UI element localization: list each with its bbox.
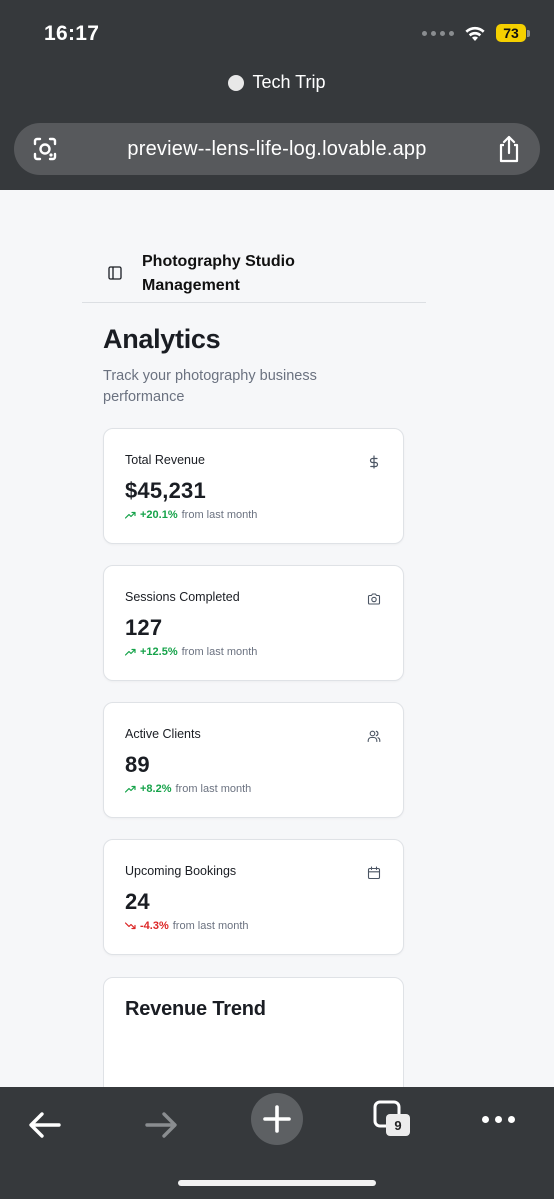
stat-card-upcoming-bookings: Upcoming Bookings 24 -4.3% from last mon…: [103, 839, 404, 955]
page-title: Analytics: [103, 324, 221, 354]
brand-title: Photography Studio Management: [142, 253, 295, 294]
stat-card-label: Upcoming Bookings: [125, 864, 237, 878]
app-header: Photography Studio Management: [82, 250, 426, 303]
sidebar-toggle-icon[interactable]: [108, 266, 122, 280]
arrow-left-icon: [29, 1112, 61, 1138]
stat-card-value: 89: [125, 752, 150, 777]
browser-top-bar: 16:17 73 Tech Trip preview--lens-life-lo…: [0, 0, 554, 190]
stat-card-delta: +20.1%: [140, 509, 178, 521]
browser-bottom-bar: 9: [0, 1087, 554, 1199]
stat-card-label: Active Clients: [125, 727, 201, 741]
trending-up-icon: [125, 648, 136, 656]
home-indicator: [178, 1180, 376, 1186]
lens-search-icon[interactable]: [32, 136, 58, 162]
cellular-signal-icon: [422, 30, 454, 36]
url-text[interactable]: preview--lens-life-log.lovable.app: [127, 138, 426, 161]
stat-card-sessions-completed: Sessions Completed 127 +12.5% from last …: [103, 565, 404, 681]
wifi-icon: [465, 26, 485, 41]
arrow-right-icon: [145, 1112, 177, 1138]
stat-card-delta: +12.5%: [140, 646, 178, 658]
stat-card-delta: -4.3%: [140, 920, 169, 932]
stat-card-total-revenue: Total Revenue $45,231 +20.1% from last m…: [103, 428, 404, 544]
revenue-trend-title: Revenue Trend: [125, 998, 266, 1020]
forward-button[interactable]: [136, 1100, 186, 1150]
page-subtitle: Track your photography business performa…: [103, 368, 317, 405]
web-content: Photography Studio Management Analytics …: [0, 190, 554, 1087]
stat-card-suffix: from last month: [172, 920, 249, 932]
address-bar[interactable]: preview--lens-life-log.lovable.app: [14, 123, 540, 175]
stat-card-change: +20.1% from last month: [125, 509, 257, 521]
tab-title[interactable]: Tech Trip: [0, 72, 554, 93]
stat-card-label: Total Revenue: [125, 453, 205, 467]
site-favicon-icon: [228, 74, 245, 91]
stat-card-change: +12.5% from last month: [125, 646, 257, 658]
calendar-icon: [367, 866, 381, 880]
stat-card-suffix: from last month: [181, 646, 258, 658]
trending-up-icon: [125, 785, 136, 793]
tab-count-badge[interactable]: 9: [386, 1114, 410, 1136]
users-icon: [367, 730, 381, 743]
trending-up-icon: [125, 511, 136, 519]
stat-card-label: Sessions Completed: [125, 590, 240, 604]
stat-card-value: 24: [125, 889, 150, 914]
stat-card-active-clients: Active Clients 89 +8.2% from last month: [103, 702, 404, 818]
stat-card-value: $45,231: [125, 478, 206, 503]
back-button[interactable]: [20, 1100, 70, 1150]
camera-icon: [367, 593, 381, 605]
new-tab-button[interactable]: [251, 1093, 303, 1145]
status-indicators: 73: [422, 24, 530, 42]
stat-card-suffix: from last month: [181, 509, 258, 521]
stat-card-delta: +8.2%: [140, 783, 172, 795]
tab-title-label: Tech Trip: [252, 72, 326, 92]
status-time: 16:17: [44, 22, 100, 45]
stat-card-change: -4.3% from last month: [125, 920, 249, 932]
stat-card-suffix: from last month: [175, 783, 252, 795]
dollar-icon: [369, 455, 379, 469]
battery-icon: 73: [496, 24, 530, 42]
share-icon[interactable]: [496, 135, 522, 163]
stat-card-change: +8.2% from last month: [125, 783, 251, 795]
plus-icon: [263, 1105, 291, 1133]
trending-down-icon: [125, 922, 136, 930]
more-menu-icon[interactable]: [478, 1109, 518, 1129]
stat-card-value: 127: [125, 615, 163, 640]
revenue-trend-card: Revenue Trend: [103, 977, 404, 1087]
